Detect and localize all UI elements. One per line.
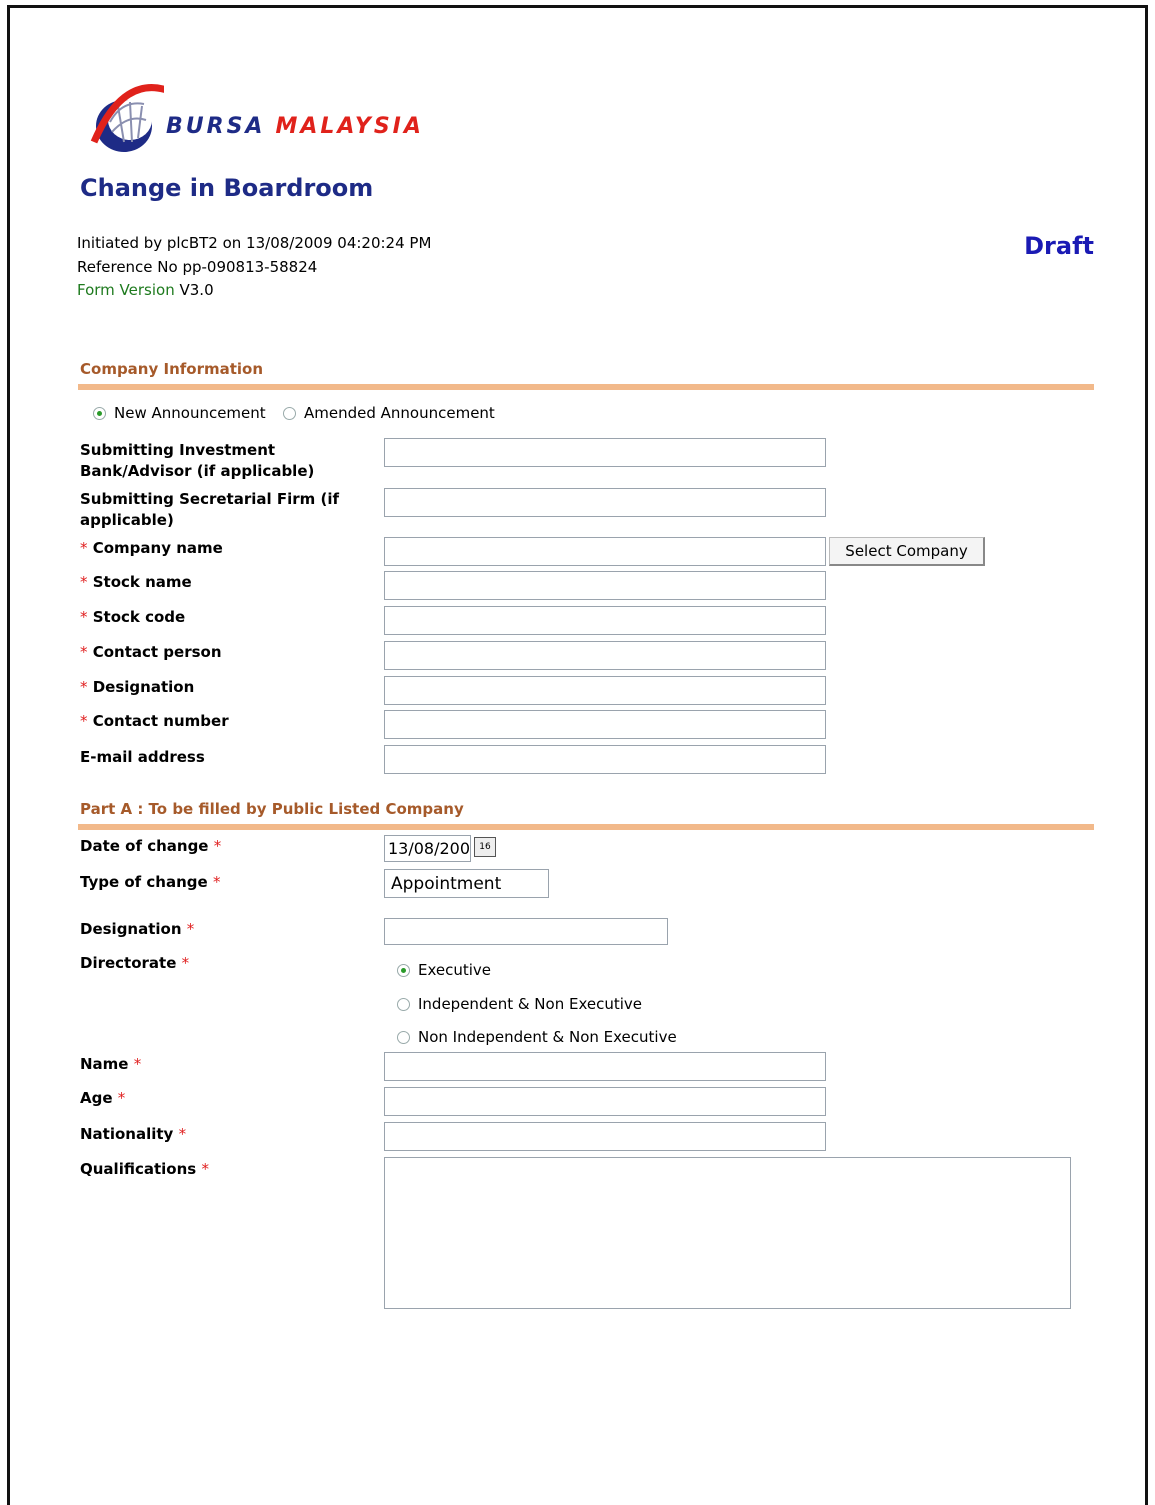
required-marker: *: [212, 873, 221, 891]
label-text: Contact person: [92, 643, 222, 661]
label-text: Company name: [92, 539, 223, 557]
required-marker: *: [133, 1055, 142, 1073]
radio-button[interactable]: [397, 997, 410, 1011]
calendar-icon[interactable]: 16: [474, 837, 496, 857]
label-type-of-change: Type of change *: [80, 872, 220, 893]
label-text: Name: [80, 1055, 129, 1073]
status-badge: Draft: [1024, 232, 1094, 260]
brand-part1: BURSA: [166, 114, 266, 139]
section-divider: [78, 384, 1094, 390]
radio-label: Non Independent & Non Executive: [418, 1028, 677, 1046]
required-marker: *: [178, 1125, 187, 1143]
contact-person-input[interactable]: [384, 641, 826, 670]
radio-label: Amended Announcement: [304, 404, 495, 422]
label-text: Type of change: [80, 873, 208, 891]
required-marker: *: [80, 573, 88, 591]
name-input[interactable]: [384, 1052, 826, 1081]
investment-bank-input[interactable]: [384, 438, 826, 467]
stock-name-input[interactable]: [384, 571, 826, 600]
label-directorate: Directorate *: [80, 953, 189, 974]
radio-button[interactable]: [397, 963, 410, 977]
page-title: Change in Boardroom: [80, 174, 374, 202]
stock-code-input[interactable]: [384, 606, 826, 635]
label-contact-person: * Contact person: [80, 642, 222, 663]
required-marker: *: [213, 837, 222, 855]
radio-non-independent-non-executive[interactable]: Non Independent & Non Executive: [397, 1028, 677, 1046]
required-marker: *: [80, 539, 88, 557]
label-text: Age: [80, 1089, 113, 1107]
section-title-company: Company Information: [80, 360, 264, 378]
label-text: Directorate: [80, 954, 177, 972]
radio-button[interactable]: [283, 406, 296, 420]
type-of-change-field[interactable]: Appointment: [384, 869, 549, 898]
label-name: Name *: [80, 1054, 141, 1075]
qualifications-textarea[interactable]: [384, 1157, 1071, 1309]
select-company-button[interactable]: Select Company: [829, 537, 985, 566]
label-text: Stock name: [92, 573, 192, 591]
label-secretarial-firm: Submitting Secretarial Firm (if applicab…: [80, 490, 340, 529]
label-text: Designation: [80, 920, 182, 938]
label-date-of-change: Date of change *: [80, 836, 221, 857]
label-stock-name: * Stock name: [80, 572, 192, 593]
radio-label: Executive: [418, 961, 492, 979]
required-marker: *: [80, 643, 88, 661]
label-qualifications: Qualifications *: [80, 1159, 209, 1180]
section-title-part-a: Part A : To be filled by Public Listed C…: [80, 800, 464, 818]
brand-name: BURSA MALAYSIA: [166, 114, 424, 139]
form-version: Form Version V3.0: [77, 281, 214, 299]
radio-new-announcement[interactable]: New Announcement: [93, 404, 266, 422]
label-text: Nationality: [80, 1125, 174, 1143]
label-investment-bank: Submitting Investment Bank/Advisor (if a…: [80, 441, 315, 480]
radio-label: Independent & Non Executive: [418, 995, 643, 1013]
required-marker: *: [181, 954, 190, 972]
required-marker: *: [201, 1160, 209, 1178]
company-name-input[interactable]: [384, 537, 826, 566]
radio-amended-announcement[interactable]: Amended Announcement: [283, 404, 495, 422]
required-marker: *: [186, 920, 195, 938]
label-text: Designation: [92, 678, 195, 696]
label-text: Date of change: [80, 837, 209, 855]
section-divider: [78, 824, 1094, 830]
radio-button[interactable]: [93, 406, 106, 420]
label-contact-number: * Contact number: [80, 711, 229, 732]
required-marker: *: [80, 608, 88, 626]
email-input[interactable]: [384, 745, 826, 774]
contact-number-input[interactable]: [384, 710, 826, 739]
part-a-designation-input[interactable]: [384, 918, 668, 945]
radio-label: New Announcement: [114, 404, 266, 422]
label-stock-code: * Stock code: [80, 607, 185, 628]
label-nationality: Nationality *: [80, 1124, 186, 1145]
reference-number: Reference No pp-090813-58824: [77, 258, 318, 276]
label-age: Age *: [80, 1088, 125, 1109]
radio-independent-non-executive[interactable]: Independent & Non Executive: [397, 995, 642, 1013]
form-version-value: V3.0: [179, 281, 214, 299]
radio-button[interactable]: [397, 1030, 410, 1044]
initiated-info: Initiated by plcBT2 on 13/08/2009 04:20:…: [77, 234, 432, 252]
globe-logo-icon: [90, 84, 174, 152]
age-input[interactable]: [384, 1087, 826, 1116]
designation-input[interactable]: [384, 676, 826, 705]
radio-executive[interactable]: Executive: [397, 961, 491, 979]
required-marker: *: [80, 712, 88, 730]
nationality-input[interactable]: [384, 1122, 826, 1151]
label-company-name: * Company name: [80, 538, 223, 559]
label-email: E-mail address: [80, 748, 205, 766]
brand-part2: MALAYSIA: [275, 114, 424, 139]
date-of-change-input[interactable]: 13/08/2009: [384, 835, 471, 862]
form-version-label: Form Version: [77, 281, 175, 299]
required-marker: *: [80, 678, 88, 696]
secretarial-firm-input[interactable]: [384, 488, 826, 517]
label-text: Stock code: [92, 608, 186, 626]
label-text: Qualifications: [80, 1160, 197, 1178]
label-text: Contact number: [92, 712, 229, 730]
bursa-logo: BURSA MALAYSIA: [88, 82, 548, 162]
required-marker: *: [117, 1089, 126, 1107]
label-designation: * Designation: [80, 677, 194, 698]
label-part-a-designation: Designation *: [80, 919, 194, 940]
